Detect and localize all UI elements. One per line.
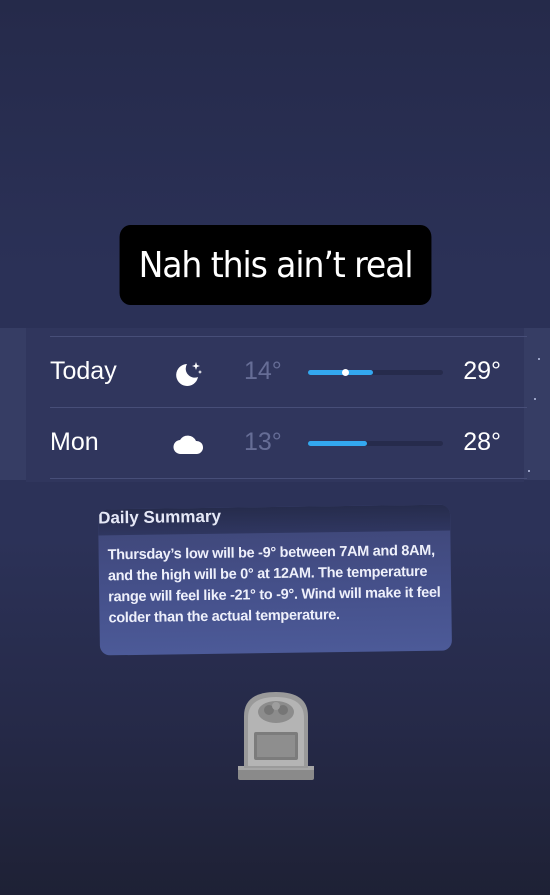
star — [538, 358, 540, 360]
forecast-panel: Today 14° 29° Mon 13° 28° — [26, 328, 527, 482]
caption-label: Nah this ain’t real — [119, 225, 432, 305]
day-label: Today — [50, 357, 117, 385]
divider — [50, 478, 527, 479]
daily-summary-card: Daily Summary Thursday’s low will be -9°… — [97, 504, 453, 656]
temp-range-fill — [308, 441, 368, 446]
forecast-row-today[interactable]: Today 14° 29° — [26, 337, 524, 407]
side-panel-left — [0, 328, 26, 480]
daily-summary-text: Thursday’s low will be -9° between 7AM a… — [107, 542, 441, 627]
moon-stars-icon — [176, 362, 202, 386]
forecast-row-mon[interactable]: Mon 13° 28° — [26, 408, 524, 478]
star — [534, 398, 536, 400]
side-panel-right — [524, 328, 550, 480]
high-temp: 29° — [463, 357, 501, 385]
low-temp: 14° — [244, 357, 282, 385]
temp-range-fill — [308, 370, 373, 375]
temp-range-bar — [308, 441, 443, 446]
daily-summary-title: Daily Summary — [97, 506, 222, 528]
star — [528, 470, 530, 472]
low-temp: 13° — [244, 428, 282, 456]
temp-range-bar — [308, 369, 443, 376]
daily-summary-title-bar: Daily Summary — [97, 504, 451, 536]
headstone-icon — [238, 692, 314, 780]
day-label: Mon — [50, 428, 99, 456]
high-temp: 28° — [463, 428, 501, 456]
cloud-icon — [173, 435, 204, 455]
